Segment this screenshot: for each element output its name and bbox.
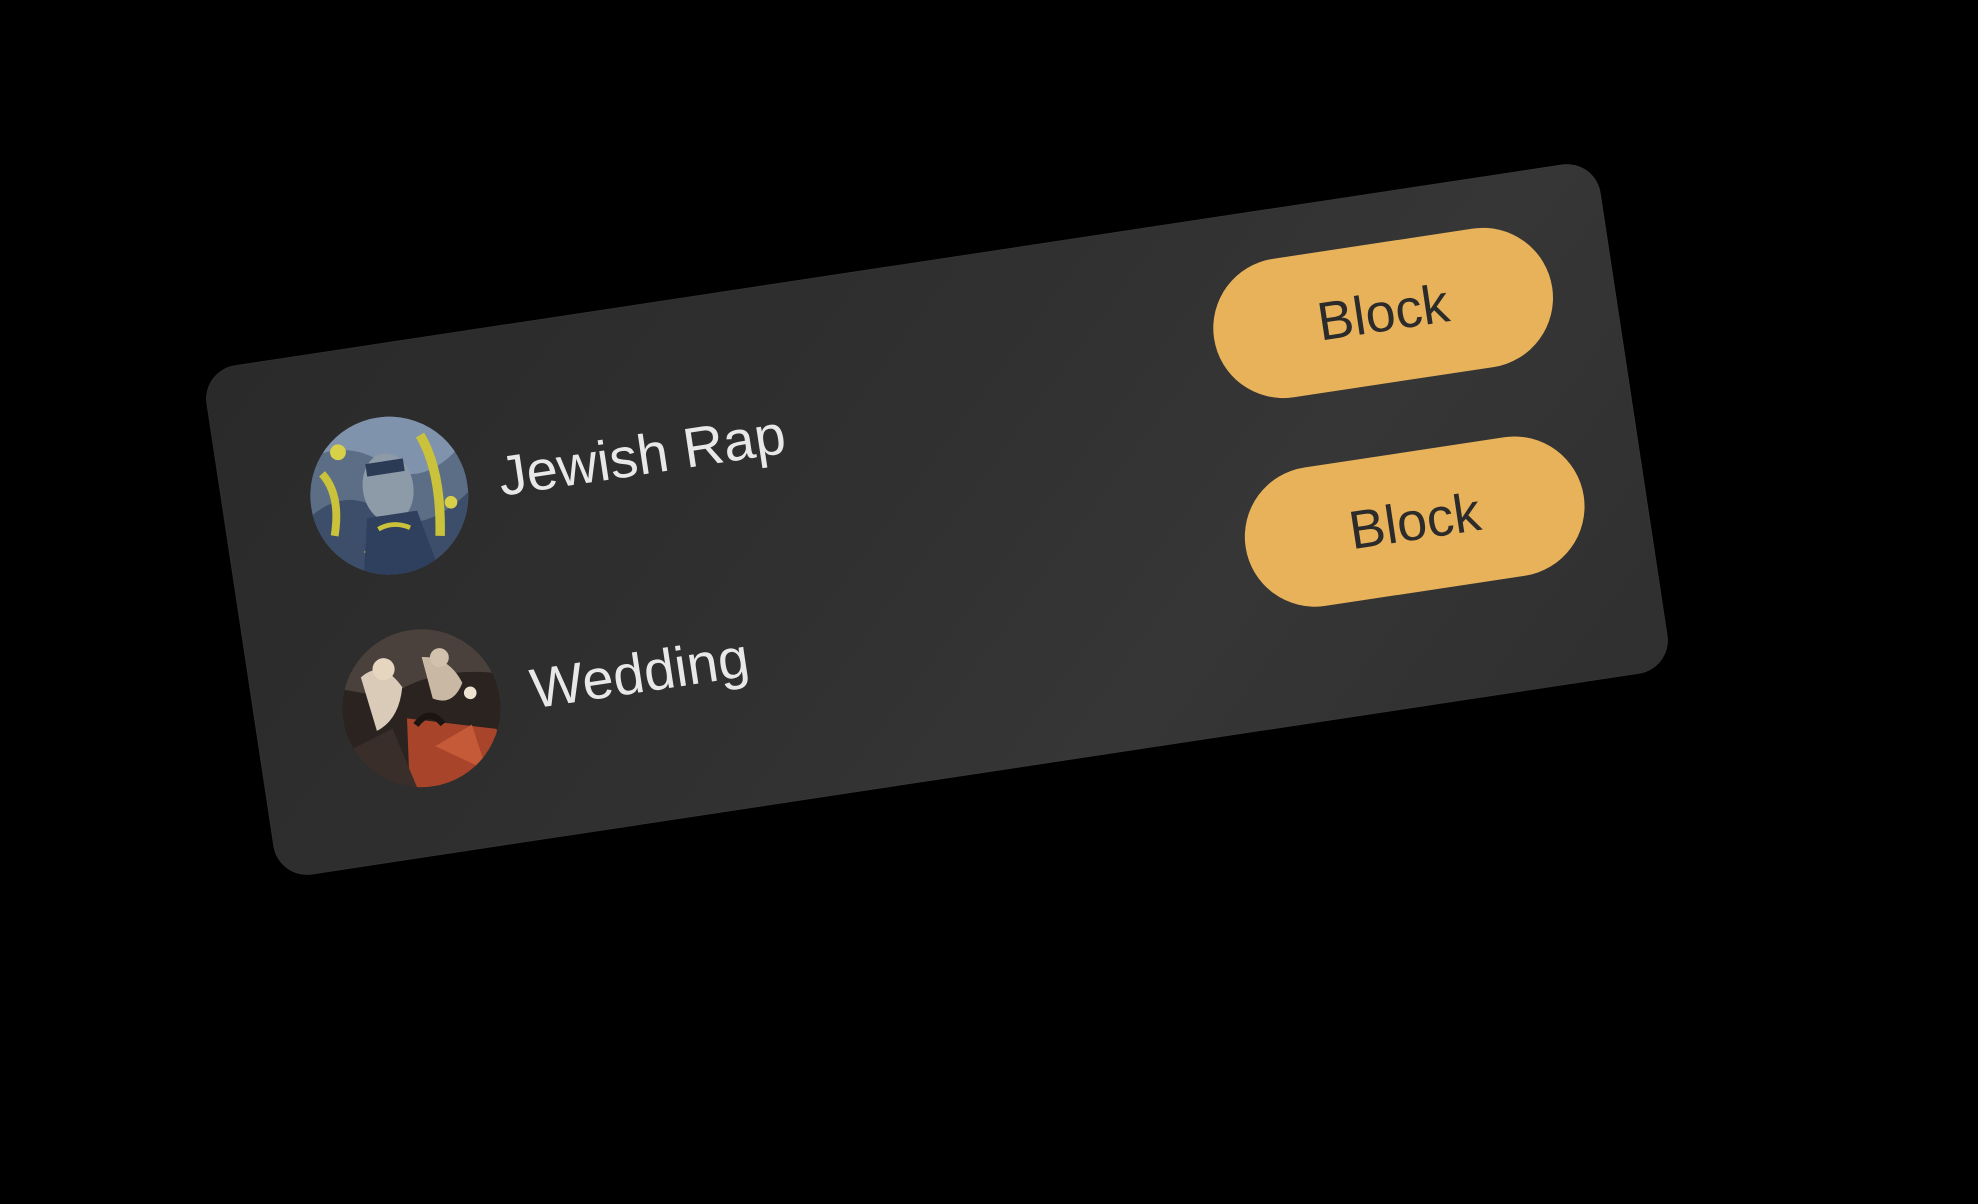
stage: Jewish Rap Block Wedding Block: [0, 0, 1978, 1204]
album-art-wedding-icon: [331, 618, 512, 799]
item-name: Jewish Rap: [493, 402, 790, 508]
block-button[interactable]: Block: [1203, 218, 1563, 408]
blocklist-card: Jewish Rap Block Wedding Block: [201, 159, 1673, 880]
block-button[interactable]: Block: [1235, 426, 1595, 617]
item-name: Wedding: [526, 625, 754, 721]
album-art-portrait-icon: [299, 405, 480, 586]
